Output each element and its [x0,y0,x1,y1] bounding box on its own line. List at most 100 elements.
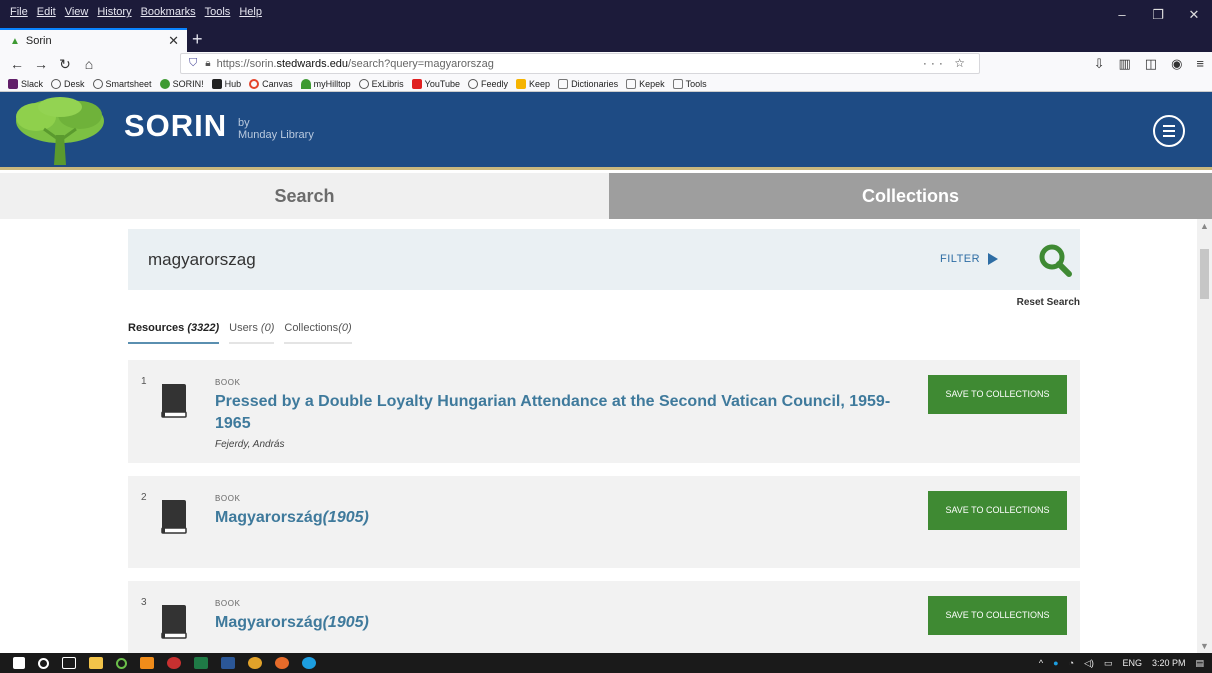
skype-icon[interactable] [302,657,316,669]
save-to-collections-button[interactable]: SAVE TO COLLECTIONS [928,375,1067,414]
tab-collections[interactable]: Collections [609,173,1212,219]
menu-file[interactable]: File [10,6,28,18]
bookmark-sorin[interactable]: SORIN! [159,78,204,89]
search-box[interactable]: magyarorszag FILTER [128,229,1080,290]
minimize-icon[interactable]: – [1104,0,1140,28]
result-title-text: Magyarország [215,509,323,526]
skype-tray-icon[interactable]: ● [1053,658,1058,668]
tree-logo-icon[interactable] [14,95,106,167]
task-view-icon[interactable] [62,657,76,669]
page-scrollbar[interactable]: ▲ ▼ [1197,219,1212,653]
menu-line [1163,125,1175,127]
tab-resources[interactable]: Resources (3322) [128,322,220,344]
hub-icon [211,78,222,89]
close-window-icon[interactable]: ✕ [1176,0,1212,28]
file-explorer-icon[interactable] [89,657,103,669]
page-actions-icon[interactable]: ··· ☆ [923,56,969,70]
back-icon[interactable]: ← [10,56,24,72]
vlc-icon[interactable] [140,657,154,669]
close-tab-icon[interactable]: ✕ [168,33,179,49]
network-icon[interactable]: ◔ [1069,658,1074,668]
cortana-icon[interactable] [38,657,49,669]
search-icon[interactable] [1038,243,1072,277]
site-logo-text[interactable]: SORIN [124,108,227,144]
home-icon[interactable]: ⌂ [82,56,96,72]
scroll-down-icon[interactable]: ▼ [1200,641,1209,651]
scroll-up-icon[interactable]: ▲ [1200,221,1209,231]
language-indicator[interactable]: ENG [1122,658,1142,668]
app-red-icon[interactable] [167,657,181,669]
reload-icon[interactable]: ↻ [58,56,72,73]
main-tabs: Search Collections [0,173,1212,219]
hill-icon [300,78,311,89]
collections-count: (0) [338,322,352,334]
reset-search-link[interactable]: Reset Search [960,297,1080,308]
result-title-link[interactable]: Pressed by a Double Loyalty Hungarian At… [215,391,905,435]
tab-search[interactable]: Search [0,173,609,219]
menu-edit[interactable]: Edit [37,6,56,18]
bookmark-label: SORIN! [172,78,204,89]
menu-view[interactable]: View [65,6,89,18]
bookmarks-bar: Slack Desk Smartsheet SORIN! Hub Canvas … [0,76,1212,92]
bookmark-myhilltop[interactable]: myHilltop [300,78,351,89]
scrollbar-thumb[interactable] [1200,249,1209,299]
bookmark-kepek[interactable]: Kepek [626,78,665,89]
bookmark-label: Feedly [481,78,509,89]
tray-chevron-icon[interactable]: ^ [1039,658,1043,668]
book-icon [161,384,187,418]
keyboard-icon[interactable]: ▭ [1104,658,1113,669]
forward-icon[interactable]: → [34,56,48,72]
bookmark-hub[interactable]: Hub [211,78,241,89]
windows-start-icon[interactable] [13,657,25,669]
result-title-link[interactable]: Magyarország(1905) [215,507,905,529]
bookmark-label: Keep [529,78,551,89]
bookmark-dictionaries[interactable]: Dictionaries [558,78,618,89]
menu-history[interactable]: History [97,6,131,18]
turtle-icon [159,78,170,89]
firefox-icon[interactable] [275,657,289,669]
word-icon[interactable] [221,657,235,669]
filter-button[interactable]: FILTER [940,253,999,265]
result-title-link[interactable]: Magyarország(1905) [215,612,905,634]
bookmark-slack[interactable]: Slack [8,78,43,89]
chrome-icon[interactable] [248,657,262,669]
bookmark-desk[interactable]: Desk [51,78,85,89]
library-icon[interactable]: ▥ [1118,56,1130,72]
bookmark-canvas[interactable]: Canvas [249,78,293,89]
sidebar-icon[interactable]: ◫ [1145,56,1157,72]
tab-result-collections[interactable]: Collections(0) [284,322,352,344]
browser-tab-sorin[interactable]: ▲ Sorin ✕ [0,28,187,52]
menu-tools[interactable]: Tools [205,6,231,18]
bookmark-tools[interactable]: Tools [672,78,707,89]
url-bar[interactable]: ⛉ 🔒︎ https://sorin. stedwards.edu/search?… [180,53,980,74]
notifications-icon[interactable]: ▤ [1195,658,1204,669]
search-input[interactable]: magyarorszag [148,250,256,270]
shield-icon[interactable]: ⛉ [189,57,197,70]
bookmark-smartsheet[interactable]: Smartsheet [92,78,152,89]
bookmark-exlibris[interactable]: ExLibris [358,78,404,89]
bookmark-youtube[interactable]: YouTube [411,78,460,89]
menu-bookmarks[interactable]: Bookmarks [141,6,196,18]
site-menu-button[interactable] [1153,115,1185,147]
save-to-collections-button[interactable]: SAVE TO COLLECTIONS [928,596,1067,635]
menu-help[interactable]: Help [239,6,262,18]
volume-icon[interactable]: ◁) [1084,658,1094,669]
lock-icon[interactable]: 🔒︎ [205,58,210,69]
result-card: 2 BOOK Magyarország(1905) SAVE TO COLLEC… [128,476,1080,568]
app-icon[interactable] [116,657,127,669]
downloads-icon[interactable]: ⇩ [1094,56,1105,72]
result-number: 1 [141,376,147,387]
account-icon[interactable]: ◉ [1171,56,1182,72]
new-tab-icon[interactable]: + [192,29,203,49]
book-icon [161,500,187,534]
excel-icon[interactable] [194,657,208,669]
filter-label: FILTER [940,253,981,265]
hamburger-menu-icon[interactable]: ≡ [1196,56,1204,72]
clock[interactable]: 3:20 PM [1152,658,1186,668]
bookmark-keep[interactable]: Keep [516,78,551,89]
save-to-collections-button[interactable]: SAVE TO COLLECTIONS [928,491,1067,530]
tab-users[interactable]: Users (0) [229,322,275,344]
bookmark-feedly[interactable]: Feedly [468,78,509,89]
browser-navbar: ← → ↻ ⌂ ⛉ 🔒︎ https://sorin. stedwards.edu… [0,52,1212,76]
restore-icon[interactable]: ❐ [1140,0,1176,28]
